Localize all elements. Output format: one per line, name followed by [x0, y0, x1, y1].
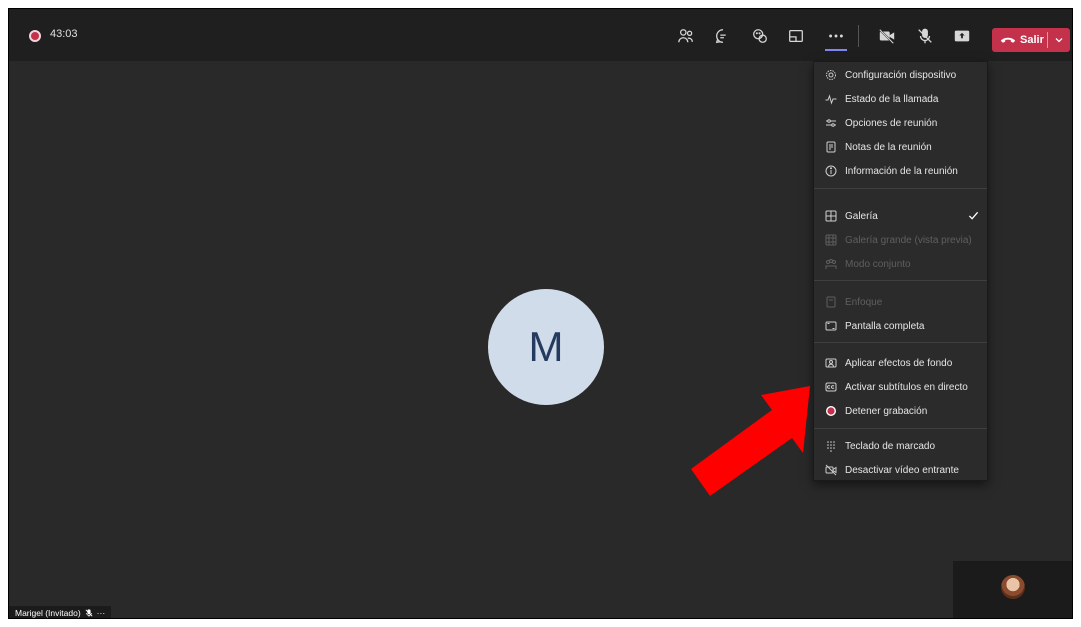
menu-item-together-mode: Modo conjunto [814, 253, 987, 275]
checkmark-icon [968, 211, 979, 220]
menu-item-label: Desactivar vídeo entrante [845, 464, 959, 476]
menu-item-label: Configuración dispositivo [845, 69, 957, 81]
annotation-arrow-icon [691, 386, 810, 496]
menu-item-meeting-options[interactable]: Opciones de reunión [814, 112, 987, 134]
share-icon[interactable] [949, 23, 975, 49]
menu-item-incoming-video-off[interactable]: Desactivar vídeo entrante [814, 459, 987, 481]
dialpad-icon [825, 440, 837, 452]
leave-call-button[interactable]: Salir [992, 28, 1047, 52]
meeting-window: 43:03 Salir M Configuración dispositivo … [8, 8, 1073, 619]
captions-icon [825, 381, 837, 393]
reactions-icon[interactable] [747, 23, 773, 49]
menu-item-background-effects[interactable]: Aplicar efectos de fondo [814, 352, 987, 374]
menu-item-dialpad[interactable]: Teclado de marcado [814, 435, 987, 457]
menu-item-label: Teclado de marcado [845, 440, 936, 452]
more-actions-menu: Configuración dispositivo Estado de la l… [813, 61, 988, 481]
rooms-icon[interactable] [783, 23, 809, 49]
menu-separator [814, 280, 987, 281]
menu-item-label: Modo conjunto [845, 258, 911, 270]
hang-up-icon [1000, 37, 1016, 43]
recording-timer: 43:03 [50, 28, 78, 40]
menu-item-label: Enfoque [845, 296, 883, 308]
info-icon [825, 165, 837, 177]
meeting-toolbar: 43:03 Salir [9, 9, 1072, 61]
participant-name: Marigel (Invitado) [15, 608, 81, 618]
participant-more-button[interactable]: ··· [97, 608, 106, 618]
pulse-icon [825, 93, 837, 105]
menu-item-gallery[interactable]: Galería [814, 205, 987, 227]
menu-item-meeting-info[interactable]: Información de la reunión [814, 160, 987, 182]
toolbar-divider [858, 25, 859, 47]
together-mode-icon [825, 258, 837, 270]
menu-item-fullscreen[interactable]: Pantalla completa [814, 315, 987, 337]
active-tab-indicator [825, 49, 847, 51]
menu-item-meeting-notes[interactable]: Notas de la reunión [814, 136, 987, 158]
menu-item-focus: Enfoque [814, 291, 987, 313]
menu-item-large-gallery: Galería grande (vista previa) [814, 229, 987, 251]
menu-separator [814, 188, 987, 189]
menu-item-label: Activar subtítulos en directo [845, 381, 968, 393]
leave-label: Salir [1020, 34, 1044, 46]
stop-recording-icon [825, 405, 837, 417]
gear-icon [825, 69, 837, 81]
menu-item-device-settings[interactable]: Configuración dispositivo [814, 64, 987, 86]
menu-item-live-captions[interactable]: Activar subtítulos en directo [814, 376, 987, 398]
gallery-icon [825, 210, 837, 222]
menu-item-label: Opciones de reunión [845, 117, 938, 129]
menu-separator [814, 342, 987, 343]
focus-icon [825, 296, 837, 308]
menu-item-label: Detener grabación [845, 405, 928, 417]
mic-off-icon [85, 609, 93, 617]
self-video-tile[interactable] [953, 561, 1072, 618]
menu-item-label: Notas de la reunión [845, 141, 932, 153]
menu-item-label: Aplicar efectos de fondo [845, 357, 953, 369]
self-avatar [1001, 575, 1025, 599]
recording-indicator-icon [29, 30, 41, 42]
camera-off-icon[interactable] [874, 23, 900, 49]
menu-separator [814, 428, 987, 429]
menu-item-label: Estado de la llamada [845, 93, 939, 105]
menu-item-stop-recording[interactable]: Detener grabación [814, 400, 987, 422]
chevron-down-icon [1055, 38, 1063, 43]
more-actions-icon[interactable] [823, 23, 849, 49]
people-icon[interactable] [673, 23, 699, 49]
participant-name-tag: Marigel (Invitado) ··· [9, 606, 112, 618]
notes-icon [825, 141, 837, 153]
leave-button: Salir [992, 28, 1070, 52]
menu-item-call-health[interactable]: Estado de la llamada [814, 88, 987, 110]
incoming-video-off-icon [825, 464, 837, 476]
sliders-icon [825, 117, 837, 129]
large-gallery-icon [825, 234, 837, 246]
participant-avatar: M [488, 289, 604, 405]
leave-options-button[interactable] [1048, 28, 1070, 52]
fullscreen-icon [825, 320, 837, 332]
menu-item-label: Galería grande (vista previa) [845, 234, 972, 246]
menu-item-label: Información de la reunión [845, 165, 958, 177]
menu-item-label: Pantalla completa [845, 320, 925, 332]
background-effects-icon [825, 357, 837, 369]
chat-icon[interactable] [710, 23, 736, 49]
menu-item-label: Galería [845, 210, 878, 222]
mic-off-icon[interactable] [912, 23, 938, 49]
